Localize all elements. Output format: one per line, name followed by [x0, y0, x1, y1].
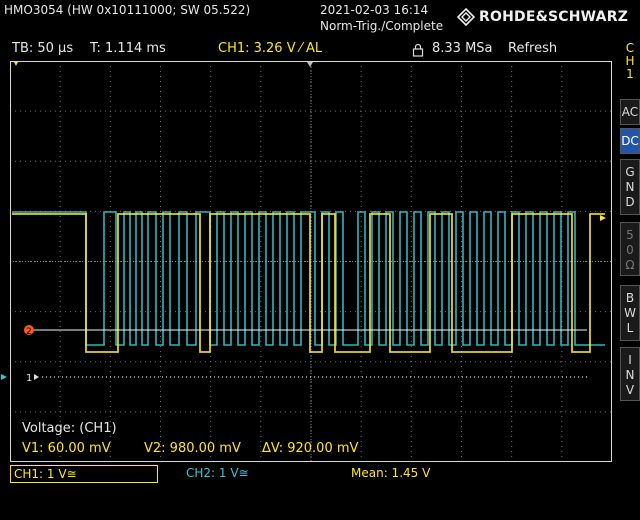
side-menu-letter: B	[625, 291, 635, 305]
side-menu-letter: N	[625, 368, 635, 382]
side-menu-letter: 0	[626, 243, 634, 257]
side-menu-50-ohm[interactable]: 50Ω	[620, 222, 640, 276]
ch1-scale[interactable]: CH1: 1 V≅	[10, 465, 158, 483]
side-menu-letter: W	[624, 306, 636, 320]
side-menu-ac[interactable]: AC	[620, 99, 640, 125]
side-menu-letter: L	[626, 321, 634, 335]
side-menu-letter: 5	[626, 228, 634, 242]
side-menu-letter: I	[628, 353, 632, 367]
mean-measurement: Mean: 1.45 V	[351, 466, 431, 480]
side-menu-letter: N	[625, 180, 635, 194]
side-menu-bwl[interactable]: BWL	[620, 285, 640, 341]
side-menu-gnd[interactable]: GND	[620, 159, 640, 215]
side-menu-dc[interactable]: DC	[620, 128, 640, 154]
cursor-v1: V1: 60.00 mV	[22, 441, 111, 456]
ch2-scale[interactable]: CH2: 1 V≅	[186, 466, 249, 480]
side-menu-letter: D	[625, 195, 635, 209]
side-menu-channel: C H 1	[620, 42, 640, 96]
side-menu-inv[interactable]: INV	[620, 347, 640, 401]
side-menu-letter: Ω	[625, 258, 635, 272]
cursor-v2: V2: 980.00 mV	[144, 441, 241, 456]
side-menu-letter: G	[625, 165, 635, 179]
channel-letter: 1	[626, 67, 634, 81]
side-menu-letter: V	[625, 383, 635, 397]
graticule-frame	[10, 61, 612, 462]
cursor-delta-v: ΔV: 920.00 mV	[262, 441, 359, 456]
cursor-measure-title: Voltage: (CH1)	[22, 421, 117, 436]
ch2-offset-marker	[1, 374, 7, 380]
